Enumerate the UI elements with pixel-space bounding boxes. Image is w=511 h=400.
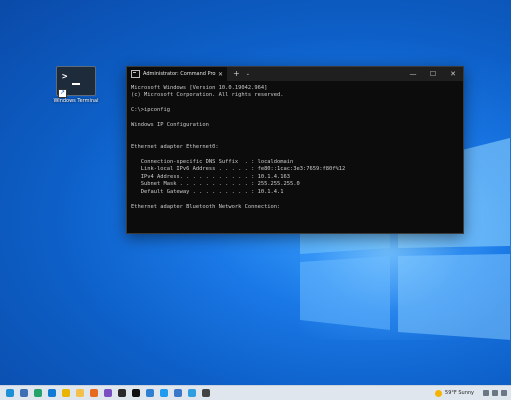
taskbar: 59°F Sunny [0, 385, 511, 400]
system-tray: 59°F Sunny [435, 386, 507, 400]
shortcut-arrow-icon: ↗ [58, 89, 67, 98]
edge-icon[interactable] [6, 389, 14, 397]
console-line: Connection-specific DNS Suffix . : local… [131, 159, 294, 166]
chrome-icon[interactable] [62, 389, 70, 397]
edge-icon[interactable] [48, 389, 56, 397]
chevron-down-icon[interactable]: ⌄ [246, 67, 250, 81]
console-line: C:\>ipconfig [131, 107, 170, 114]
volume-icon[interactable] [501, 390, 507, 396]
console-line: IPv4 Address. . . . . . . . . . . : 10.1… [131, 173, 291, 180]
console-line: Microsoft Windows [Version 10.0.19042.96… [131, 85, 268, 91]
camera-icon[interactable] [202, 389, 210, 397]
close-button[interactable]: ✕ [443, 67, 463, 81]
console-line: (c) Microsoft Corporation. All rights re… [131, 92, 284, 99]
title-bar[interactable]: Administrator: Command Prom ✕ + ⌄ — ☐ ✕ [127, 67, 463, 81]
weather-text[interactable]: 59°F Sunny [445, 390, 474, 396]
tab-title: Administrator: Command Prom [143, 71, 216, 77]
console-line: Subnet Mask . . . . . . . . . . . : 255.… [131, 181, 300, 188]
firefox-icon[interactable] [90, 389, 98, 397]
console-line: Ethernet adapter Bluetooth Network Conne… [131, 203, 281, 210]
console-output[interactable]: Microsoft Windows [Version 10.0.19042.96… [127, 81, 463, 215]
minimize-button[interactable]: — [403, 67, 423, 81]
desktop-icon-windows-terminal[interactable]: > ↗ Windows Terminal [53, 66, 99, 110]
photos-icon[interactable] [146, 389, 154, 397]
terminal-icon[interactable] [132, 389, 140, 397]
terminal-icon: > ↗ [56, 66, 96, 98]
console-line: Link-local IPv6 Address . . . . . : fe80… [131, 166, 346, 173]
folder-icon[interactable] [76, 389, 84, 397]
chevron-up-icon[interactable] [483, 390, 489, 396]
tab-close-icon[interactable]: ✕ [218, 71, 223, 78]
app-icon[interactable] [174, 389, 182, 397]
terminal-window[interactable]: Administrator: Command Prom ✕ + ⌄ — ☐ ✕ … [126, 66, 464, 234]
console-line: Windows IP Configuration [131, 122, 209, 129]
desktop-icon-label: Windows Terminal [53, 98, 99, 104]
vscode-icon[interactable] [160, 389, 168, 397]
terminal-icon[interactable] [118, 389, 126, 397]
sun-icon[interactable] [435, 389, 443, 397]
app-icon[interactable] [188, 389, 196, 397]
search-icon[interactable] [20, 389, 28, 397]
edge-icon[interactable] [34, 389, 42, 397]
maximize-button[interactable]: ☐ [423, 67, 443, 81]
network-icon[interactable] [492, 390, 498, 396]
taskbar-icons [0, 389, 210, 397]
app-icon[interactable] [104, 389, 112, 397]
console-line: Default Gateway . . . . . . . . . : 10.1… [131, 188, 284, 195]
console-line: Ethernet adapter Ethernet0: [131, 144, 219, 151]
cmd-icon [131, 70, 140, 78]
new-tab-icon[interactable]: + [233, 67, 240, 81]
terminal-tab[interactable]: Administrator: Command Prom ✕ [127, 67, 227, 81]
